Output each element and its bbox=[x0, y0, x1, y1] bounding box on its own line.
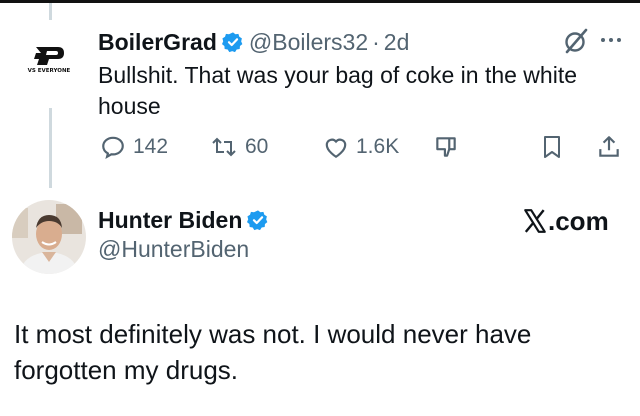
author-name[interactable]: BoilerGrad bbox=[98, 29, 217, 56]
verified-badge-icon bbox=[247, 209, 269, 231]
x-com-label: .com bbox=[548, 205, 609, 236]
x-com-watermark: .com bbox=[522, 206, 609, 236]
thread-connector-top bbox=[49, 3, 52, 20]
repost-button[interactable]: 60 bbox=[210, 133, 268, 161]
repost-count: 60 bbox=[245, 135, 269, 158]
reply-button[interactable]: 142 bbox=[100, 133, 168, 161]
dislike-button[interactable] bbox=[433, 133, 459, 161]
like-count: 1.6K bbox=[356, 135, 400, 158]
verified-badge-icon bbox=[221, 31, 244, 53]
author-name[interactable]: Hunter Biden bbox=[98, 207, 242, 234]
quoted-tweet-header: Hunter Biden bbox=[98, 204, 269, 236]
quoted-tweet-text: It most definitely was not. I would neve… bbox=[14, 319, 532, 385]
boilergrad-avatar[interactable]: VS EVERYONE bbox=[20, 30, 78, 88]
heart-icon bbox=[325, 138, 347, 159]
thread-connector-bottom bbox=[49, 108, 52, 188]
bookmark-icon bbox=[544, 136, 560, 158]
bookmark-button[interactable] bbox=[540, 133, 564, 161]
hunterbiden-avatar[interactable] bbox=[12, 200, 86, 274]
share-button[interactable] bbox=[596, 133, 622, 161]
author-handle[interactable]: @HunterBiden bbox=[98, 236, 249, 263]
avatar-caption: VS EVERYONE bbox=[27, 67, 71, 74]
thumbs-down-icon bbox=[436, 137, 456, 157]
x-logo-icon bbox=[524, 209, 546, 233]
reply-tweet-header: BoilerGrad @Boilers32 · 2d bbox=[98, 27, 409, 57]
profile-photo-icon bbox=[12, 200, 86, 274]
reply-icon bbox=[102, 136, 124, 159]
reply-tweet-text: Bullshit. That was your bag of coke in t… bbox=[98, 62, 578, 119]
top-divider bbox=[0, 0, 640, 3]
more-options-icon[interactable] bbox=[597, 28, 625, 52]
like-button[interactable]: 1.6K bbox=[323, 133, 399, 161]
author-handle[interactable]: @Boilers32 bbox=[249, 29, 368, 56]
purdue-p-logo-icon bbox=[34, 46, 64, 65]
reply-count: 142 bbox=[133, 135, 169, 158]
tweet-action-bar: 142 60 1.6K bbox=[98, 133, 628, 161]
tweet-timestamp[interactable]: 2d bbox=[384, 29, 410, 56]
grok-icon[interactable] bbox=[562, 27, 590, 55]
repost-icon bbox=[212, 137, 236, 157]
separator-dot: · bbox=[372, 28, 380, 55]
share-icon bbox=[599, 136, 619, 157]
